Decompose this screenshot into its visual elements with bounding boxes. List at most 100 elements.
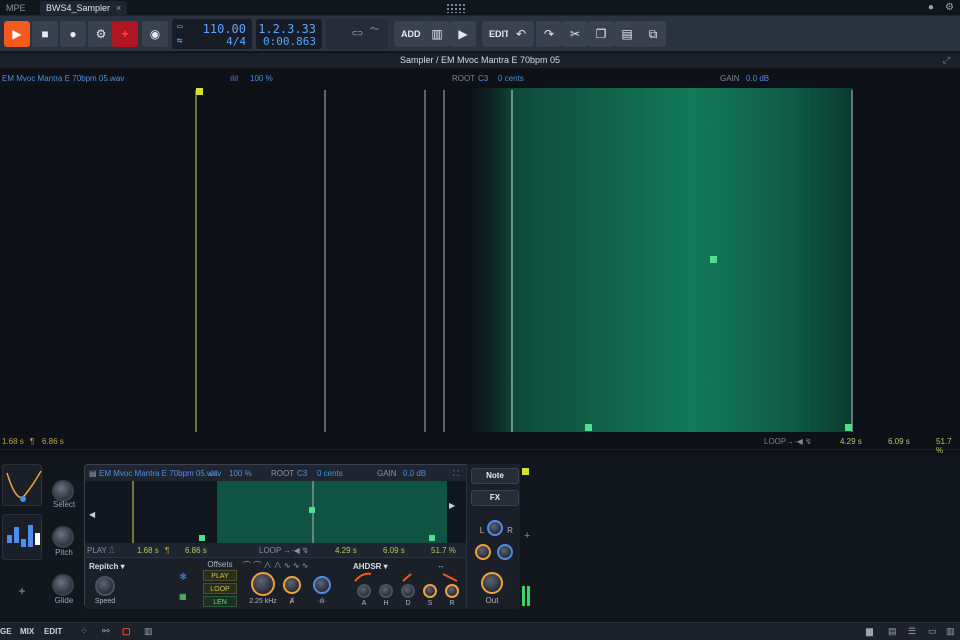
zoom-value[interactable]: 100 % <box>250 74 273 83</box>
device-loop-start-handle[interactable] <box>199 535 205 541</box>
add-device-icon[interactable]: + <box>524 530 530 542</box>
device-panel-icon[interactable]: ▢ <box>122 626 131 637</box>
device-play-start[interactable]: 1.68 s <box>137 546 159 555</box>
offset-play-button[interactable]: PLAY <box>203 570 237 581</box>
output-knob[interactable] <box>481 572 503 594</box>
loop-gain-handle[interactable] <box>710 256 717 263</box>
steps-modulator[interactable] <box>2 514 42 560</box>
pitch-knob[interactable] <box>52 526 74 548</box>
add-button[interactable]: ADD <box>394 21 428 47</box>
tab-bws4-sampler[interactable]: BWS4_Sampler × <box>40 1 128 15</box>
arrange-tab[interactable]: GE <box>0 627 12 636</box>
device-loop-gain-handle[interactable] <box>309 507 315 513</box>
device-loop-mode-icon[interactable]: →·◀ ↯ <box>283 546 309 555</box>
device-play-end[interactable]: 6.86 s <box>185 546 207 555</box>
speed-knob[interactable] <box>95 576 115 596</box>
waveform-editor[interactable] <box>0 86 960 434</box>
overdub-button[interactable]: + <box>112 21 138 47</box>
glide-knob[interactable] <box>52 574 74 596</box>
signature-value[interactable]: 4/4 <box>226 35 246 48</box>
loop-percent-value[interactable]: 51.7 % <box>936 437 960 455</box>
mix-tab[interactable]: MIX <box>20 627 34 636</box>
root-cents[interactable]: 0 cents <box>498 74 524 83</box>
hold-knob[interactable] <box>379 584 393 598</box>
play-button[interactable]: ▶ <box>4 21 30 47</box>
device-waveform[interactable]: ◀ ▶ <box>84 481 519 543</box>
link-icon[interactable]: ⚯ <box>102 626 110 637</box>
forward-icon[interactable]: ▶ <box>450 21 476 47</box>
loop-end-handle[interactable] <box>845 424 852 431</box>
lfo-modulator[interactable] <box>2 464 42 506</box>
stop-button[interactable]: ■ <box>32 21 58 47</box>
decay-knob[interactable] <box>401 584 415 598</box>
play-start-value[interactable]: 1.68 s <box>2 437 24 446</box>
sustain-knob[interactable] <box>423 584 437 598</box>
playback-mode[interactable]: Repitch ▾ <box>89 562 125 571</box>
play-start-handle[interactable] <box>196 88 203 95</box>
panel-icon[interactable]: ▥ <box>946 626 955 637</box>
automation-icon[interactable]: ⚙ <box>88 21 114 47</box>
device-loop-end[interactable]: 6.09 s <box>383 546 405 555</box>
window-controls[interactable]: ● ⚙ <box>928 2 954 13</box>
device-loop-end-handle[interactable] <box>429 535 435 541</box>
cutoff-value[interactable]: 2.25 kHz <box>243 598 283 605</box>
piano-icon[interactable]: ▥ <box>424 21 450 47</box>
edit-tab[interactable]: EDIT <box>44 627 62 636</box>
file-icon[interactable]: ▭ <box>928 626 937 637</box>
offset-len-button[interactable]: LEN <box>203 596 237 607</box>
left-gain-knob[interactable] <box>475 544 491 560</box>
loop-start-handle[interactable] <box>585 424 592 431</box>
envelope-selector[interactable]: AHDSR ▾ <box>353 562 388 571</box>
device-zoom[interactable]: 100 % <box>229 469 252 478</box>
root-note[interactable]: C3 <box>478 74 488 83</box>
device-loop-start[interactable]: 4.29 s <box>335 546 357 555</box>
loop-start-value[interactable]: 4.29 s <box>840 437 862 446</box>
device-play-mode-icon[interactable]: ⎍ <box>109 546 115 556</box>
right-gain-knob[interactable] <box>497 544 513 560</box>
scroll-left-icon[interactable]: ◀ <box>89 510 96 519</box>
select-knob[interactable] <box>52 480 74 502</box>
zoom-icon[interactable]: ılıl <box>230 74 238 83</box>
note-fx-button[interactable]: Note <box>471 468 519 484</box>
redo-icon[interactable]: ↷ <box>536 21 562 47</box>
offset-loop-button[interactable]: LOOP <box>203 583 237 594</box>
gain-value[interactable]: 0.0 dB <box>746 74 769 83</box>
filter-type-icons[interactable]: ⌒ ⌒ ∧ ∧ ∿ ∿ ∿ <box>243 560 308 571</box>
expand-icon[interactable]: ⤢ <box>943 55 950 66</box>
tempo-display[interactable]: ▭ ⇆ 110.00 4/4 <box>172 19 252 49</box>
dots-icon[interactable]: ⁘ <box>80 626 88 637</box>
record-button[interactable]: ● <box>60 21 86 47</box>
play-end-value[interactable]: 6.86 s <box>42 437 64 446</box>
undo-icon[interactable]: ↶ <box>508 21 534 47</box>
folder-icon[interactable]: ▤ <box>89 469 97 478</box>
copy-icon[interactable]: ❐ <box>588 21 614 47</box>
tempo-value[interactable]: 110.00 <box>203 22 246 36</box>
groove-display[interactable]: ⊂⊃ 〜 <box>326 19 388 49</box>
device-gain-value[interactable]: 0.0 dB <box>403 469 426 478</box>
metronome-icon[interactable]: ◉ <box>142 21 168 47</box>
sliders-icon[interactable]: ☰ <box>908 626 916 637</box>
grid-icon[interactable] <box>446 3 466 13</box>
device-root-note[interactable]: C3 <box>297 469 307 478</box>
cutoff-knob[interactable] <box>251 572 275 596</box>
device-zoom-icon[interactable]: ılıl <box>209 469 217 478</box>
loop-mode-icon[interactable]: →·◀ ↯ <box>786 437 812 446</box>
filter-env-knob[interactable] <box>313 576 331 594</box>
inspector-icon[interactable]: ▆ <box>866 626 873 637</box>
add-modulator-button[interactable]: + <box>2 584 42 598</box>
duplicate-icon[interactable]: ⧉ <box>640 21 666 47</box>
freeze-icon[interactable]: ❄ <box>179 572 187 583</box>
grid-sync-icon[interactable]: ▦ <box>179 592 187 601</box>
close-icon[interactable]: × <box>116 3 121 13</box>
paste-icon[interactable]: ▤ <box>614 21 640 47</box>
device-root-cents[interactable]: 0 cents <box>317 469 343 478</box>
audio-fx-button[interactable]: FX <box>471 490 519 506</box>
position-display[interactable]: 1.2.3.33 0:00.863 <box>256 19 322 49</box>
resonance-knob[interactable] <box>283 576 301 594</box>
tab-mpe[interactable]: MPE <box>0 1 32 15</box>
cut-icon[interactable]: ✂ <box>562 21 588 47</box>
dot-icon[interactable]: ● <box>928 2 934 13</box>
device-loop-percent[interactable]: 51.7 % <box>431 546 456 555</box>
attack-knob[interactable] <box>357 584 371 598</box>
device-waveform-canvas[interactable]: ◀ <box>84 481 467 543</box>
